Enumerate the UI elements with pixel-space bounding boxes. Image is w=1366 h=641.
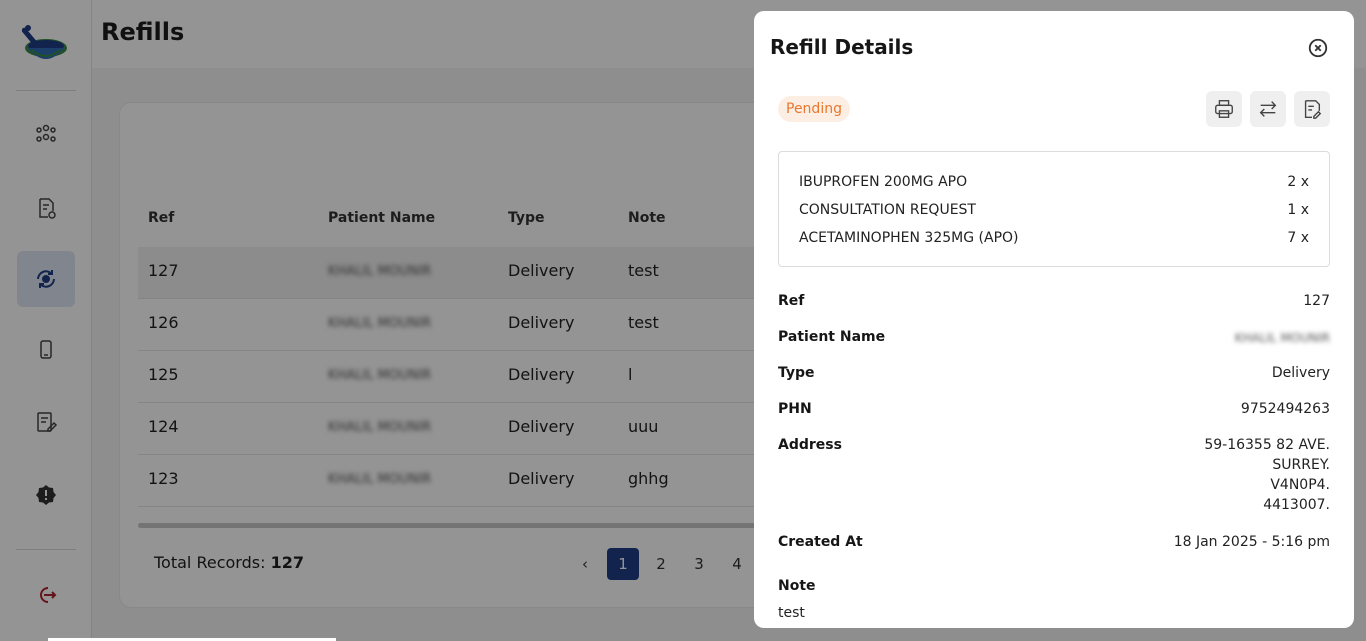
print-button[interactable] [1206, 91, 1242, 127]
swap-arrows-icon [1259, 101, 1277, 117]
ref-label: Ref [778, 293, 805, 309]
ref-value: 127 [1303, 293, 1330, 309]
status-badge: Pending [778, 96, 850, 122]
item-qty: 1 x [1287, 202, 1309, 218]
item-qty: 7 x [1287, 230, 1309, 246]
address-line: 59-16355 82 AVE. [1204, 437, 1330, 453]
created-at-value: 18 Jan 2025 - 5:16 pm [1173, 534, 1330, 550]
transfer-button[interactable] [1250, 91, 1286, 127]
item-qty: 2 x [1287, 174, 1309, 190]
refill-details-drawer: Refill Details Pending IBUPROFEN 200MG A… [754, 11, 1354, 628]
patient-name-label: Patient Name [778, 329, 886, 345]
item-name: CONSULTATION REQUEST [799, 202, 976, 218]
address-line: 4413007. [1263, 497, 1330, 513]
type-label: Type [778, 365, 815, 381]
address-line: SURREY. [1272, 457, 1330, 473]
printer-icon [1215, 100, 1233, 118]
created-at-label: Created At [778, 534, 863, 550]
address-value: 59-16355 82 AVE. SURREY. V4N0P4. 4413007… [1204, 435, 1330, 515]
phn-label: PHN [778, 401, 812, 417]
close-button[interactable] [1306, 36, 1330, 60]
address-line: V4N0P4. [1270, 477, 1330, 493]
address-label: Address [778, 437, 842, 453]
type-value: Delivery [1271, 365, 1330, 381]
patient-name-value: KHALIL MOUNIR [1234, 331, 1330, 345]
refill-items-list: IBUPROFEN 200MG APO 2 x CONSULTATION REQ… [778, 151, 1330, 267]
drawer-title: Refill Details [770, 35, 914, 59]
phn-value: 9752494263 [1240, 401, 1330, 417]
item-name: IBUPROFEN 200MG APO [799, 174, 968, 190]
close-icon [1308, 38, 1328, 58]
item-name: ACETAMINOPHEN 325MG (APO) [799, 230, 1019, 246]
note-edit-icon [1304, 100, 1322, 119]
add-note-button[interactable] [1294, 91, 1330, 127]
note-label: Note [778, 578, 816, 594]
note-value: test [778, 605, 805, 621]
